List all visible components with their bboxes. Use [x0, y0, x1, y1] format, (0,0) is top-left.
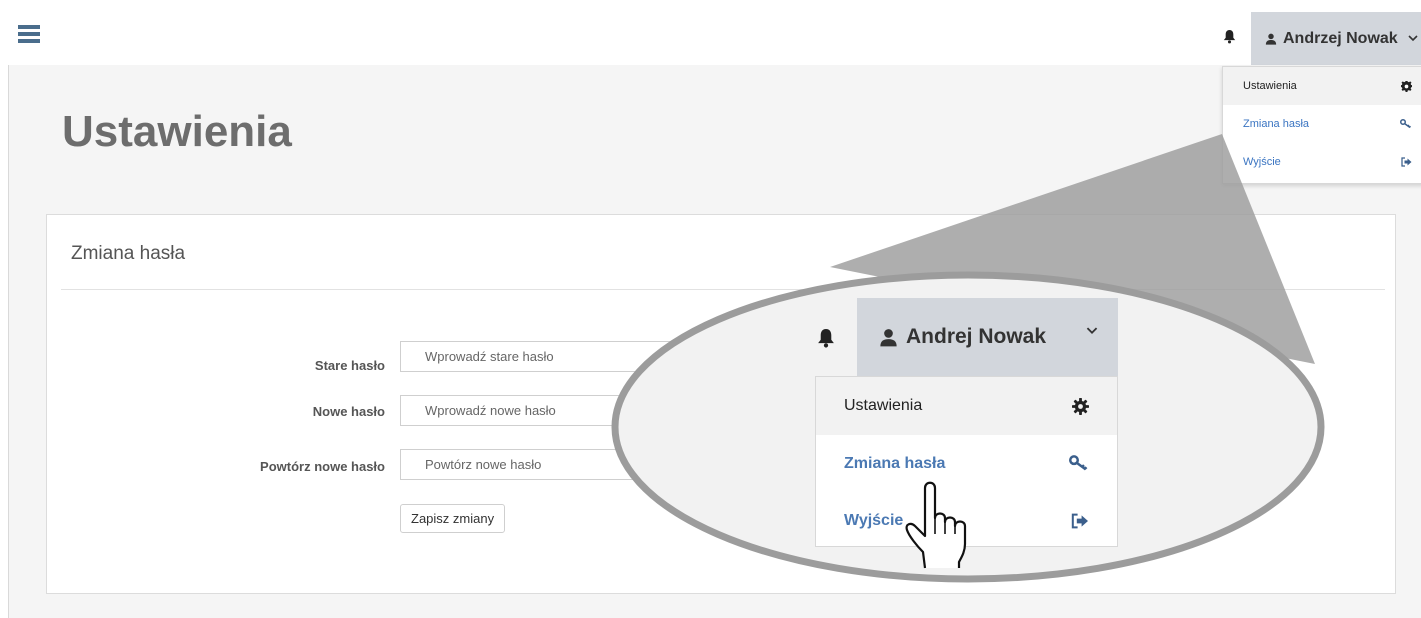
- zoom-logout-icon: [1071, 513, 1088, 528]
- zoom-user-menu-button: Andrej Nowak: [857, 298, 1118, 376]
- zoom-user-icon: [880, 328, 897, 346]
- zoom-key-icon: [1069, 455, 1088, 471]
- hand-pointer-icon: [905, 481, 967, 569]
- zoom-chevron-down-icon: [1086, 327, 1098, 335]
- zoom-user-name: Andrej Nowak: [906, 325, 1047, 348]
- zoom-bell-icon: [818, 329, 834, 348]
- zoom-menu-item-label: Zmiana hasła: [844, 454, 946, 472]
- zoom-menu-item-settings: Ustawienia: [816, 377, 1117, 435]
- zoom-gear-icon: [1072, 397, 1089, 415]
- zoom-callout: [611, 134, 1325, 583]
- zoom-menu-item-label: Ustawienia: [844, 397, 923, 414]
